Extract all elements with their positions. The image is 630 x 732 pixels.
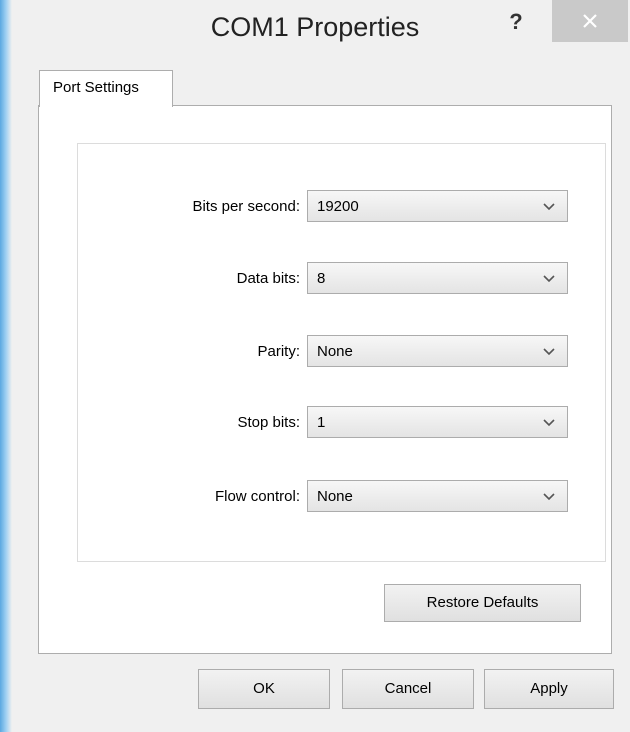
data-bits-label: Data bits: <box>236 270 300 287</box>
restore-defaults-button[interactable]: Restore Defaults <box>384 584 581 622</box>
flow-control-select[interactable]: None <box>307 480 568 512</box>
bits-per-second-label: Bits per second: <box>192 198 300 215</box>
close-icon <box>583 14 597 28</box>
tab-port-settings-label: Port Settings <box>53 79 139 96</box>
cancel-button[interactable]: Cancel <box>342 669 474 709</box>
help-button[interactable]: ? <box>496 6 536 38</box>
flow-control-value: None <box>317 488 353 505</box>
tab-port-settings[interactable]: Port Settings <box>39 70 173 107</box>
stop-bits-label: Stop bits: <box>237 414 300 431</box>
bits-per-second-value: 19200 <box>317 198 359 215</box>
flow-control-label: Flow control: <box>214 488 300 505</box>
properties-dialog: COM1 Properties ? Port Settings Bits per… <box>0 0 630 732</box>
bits-per-second-row: Bits per second: 19200 <box>78 190 605 224</box>
chevron-down-icon <box>543 275 555 283</box>
parity-value: None <box>317 343 353 360</box>
chevron-down-icon <box>543 203 555 211</box>
window-left-border <box>0 0 12 732</box>
bits-per-second-select[interactable]: 19200 <box>307 190 568 222</box>
port-settings-group: Bits per second: 19200 Data bits: 8 Pari… <box>77 143 606 562</box>
ok-button[interactable]: OK <box>198 669 330 709</box>
data-bits-row: Data bits: 8 <box>78 262 605 296</box>
parity-select[interactable]: None <box>307 335 568 367</box>
parity-row: Parity: None <box>78 335 605 369</box>
apply-button[interactable]: Apply <box>484 669 614 709</box>
stop-bits-select[interactable]: 1 <box>307 406 568 438</box>
parity-label: Parity: <box>257 343 300 360</box>
close-button[interactable] <box>552 0 628 42</box>
tab-panel-port-settings: Bits per second: 19200 Data bits: 8 Pari… <box>38 105 612 654</box>
chevron-down-icon <box>543 493 555 501</box>
chevron-down-icon <box>543 419 555 427</box>
flow-control-row: Flow control: None <box>78 480 605 514</box>
data-bits-value: 8 <box>317 270 326 287</box>
data-bits-select[interactable]: 8 <box>307 262 568 294</box>
stop-bits-value: 1 <box>317 414 326 431</box>
chevron-down-icon <box>543 348 555 356</box>
stop-bits-row: Stop bits: 1 <box>78 406 605 440</box>
